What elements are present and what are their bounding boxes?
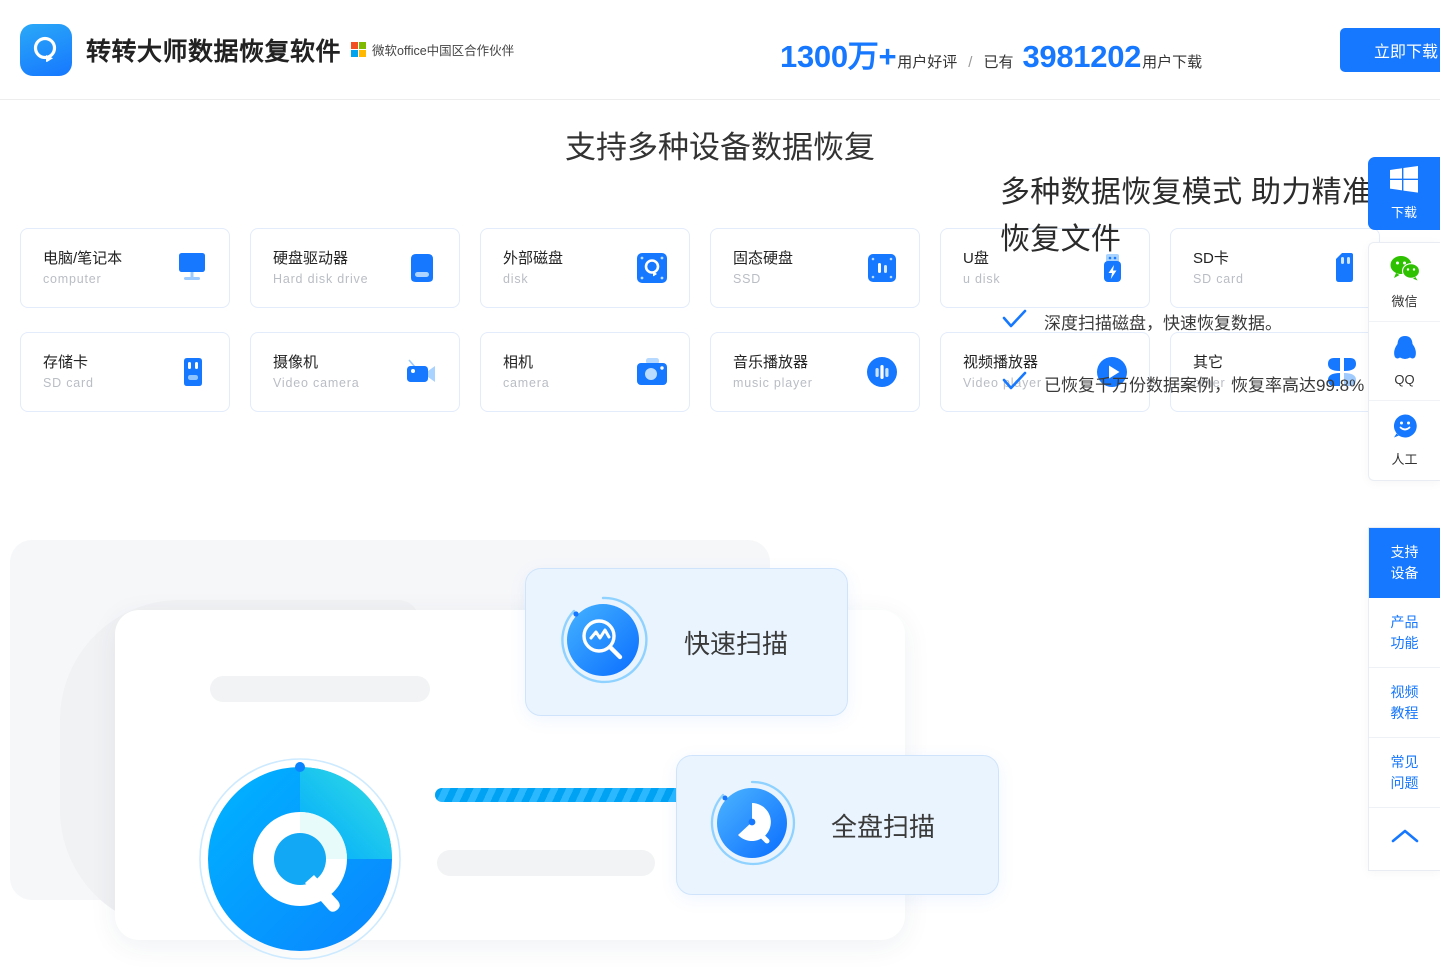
downloads-label: 用户下载 [1142, 51, 1202, 72]
memory-card-icon [171, 351, 213, 393]
nav-item-faq[interactable]: 常见 问题 [1369, 738, 1440, 808]
photo-camera-icon [631, 351, 673, 393]
rail-download-label: 下载 [1391, 202, 1417, 221]
external-disk-icon [631, 247, 673, 289]
check-icon [1000, 371, 1028, 393]
mode-label: 全盘扫描 [831, 807, 935, 844]
rail-section-nav: 支持 设备 产品 功能 视频 教程 常见 问题 [1368, 527, 1440, 871]
nav-line-2: 问题 [1391, 773, 1419, 793]
illustration-placeholder-bar-bottom [437, 850, 655, 876]
device-card-memory-card[interactable]: 存储卡 SD card [20, 332, 230, 412]
monitor-icon [171, 247, 213, 289]
music-player-icon [861, 351, 903, 393]
rail-contacts: 微信 QQ 人工 [1368, 242, 1440, 481]
device-name-cn: 外部磁盘 [503, 250, 563, 269]
ssd-icon [861, 247, 903, 289]
wechat-icon [1390, 255, 1420, 286]
device-name-cn: 硬盘驱动器 [273, 250, 368, 269]
rail-item-wechat[interactable]: 微信 [1369, 243, 1440, 322]
device-name-en: music player [733, 376, 813, 390]
downloads-number: 3981202 [1022, 39, 1141, 75]
device-name-cn: 存储卡 [43, 354, 94, 373]
scan-dial-graphic [198, 757, 403, 962]
nav-item-video-tutorial[interactable]: 视频 教程 [1369, 668, 1440, 738]
device-name-en: Video camera [273, 376, 360, 390]
device-name-en: disk [503, 272, 563, 286]
stats: 1300万+ 用户好评 / 已有 3981202 用户下载 [780, 31, 1202, 76]
check-icon [1000, 309, 1028, 331]
device-name-cn: 摄像机 [273, 354, 360, 373]
chevron-up-icon [1390, 827, 1420, 850]
microsoft-partner-badge: 微软office中国区合作伙伴 [351, 40, 514, 59]
stats-separator: / [968, 54, 972, 71]
nav-line-2: 功能 [1391, 633, 1419, 653]
rail-item-label: 微信 [1391, 291, 1417, 310]
feature-bullet-text: 深度扫描磁盘，快速恢复数据。 [1044, 309, 1282, 334]
brand-title: 转转大师数据恢复软件 [86, 32, 341, 68]
nav-item-supported-devices[interactable]: 支持 设备 [1369, 528, 1440, 598]
rail-item-label: 人工 [1391, 449, 1417, 468]
device-name-en: u disk [963, 272, 1000, 286]
mode-card-quick-scan[interactable]: 快速扫描 [525, 568, 848, 716]
device-card-video-camera[interactable]: 摄像机 Video camera [250, 332, 460, 412]
rail-item-label: QQ [1394, 372, 1414, 387]
nav-line-2: 教程 [1391, 703, 1419, 723]
downloads-prefix: 已有 [983, 51, 1013, 72]
site-header: 转转大师数据恢复软件 微软office中国区合作伙伴 1300万+ 用户好评 /… [0, 0, 1440, 100]
page-title: 支持多种设备数据恢复 [0, 122, 1440, 167]
windows-icon [1390, 166, 1418, 198]
device-name-cn: 音乐播放器 [733, 354, 813, 373]
microsoft-logo-icon [351, 42, 366, 57]
rail-download-button[interactable]: 下载 [1368, 157, 1440, 230]
device-name-en: SSD [733, 272, 793, 286]
device-card-music-player[interactable]: 音乐播放器 music player [710, 332, 920, 412]
device-name-en: computer [43, 272, 122, 286]
rail-item-qq[interactable]: QQ [1369, 322, 1440, 401]
video-camera-icon [401, 351, 443, 393]
device-name-cn: 电脑/笔记本 [43, 250, 122, 269]
device-name-cn: U盘 [963, 250, 1000, 269]
support-smiley-icon [1392, 413, 1418, 444]
back-to-top-button[interactable] [1369, 808, 1440, 870]
microsoft-partner-label: 微软office中国区合作伙伴 [372, 40, 514, 59]
mode-label: 快速扫描 [684, 624, 788, 661]
download-now-button[interactable]: 立即下载 [1340, 28, 1440, 72]
device-name-en: SD card [43, 376, 94, 390]
users-rating-label: 用户好评 [897, 51, 957, 72]
device-card-hard-disk-drive[interactable]: 硬盘驱动器 Hard disk drive [250, 228, 460, 308]
device-card-computer[interactable]: 电脑/笔记本 computer [20, 228, 230, 308]
device-name-cn: 相机 [503, 354, 549, 373]
nav-line-1: 产品 [1391, 612, 1419, 632]
device-card-ssd[interactable]: 固态硬盘 SSD [710, 228, 920, 308]
nav-item-product-features[interactable]: 产品 功能 [1369, 598, 1440, 668]
rail-item-support[interactable]: 人工 [1369, 401, 1440, 480]
device-card-external-disk[interactable]: 外部磁盘 disk [480, 228, 690, 308]
feature-bullet-text: 已恢复千万份数据案例，恢复率高达99.8% [1044, 371, 1364, 396]
nav-line-1: 常见 [1391, 752, 1419, 772]
brand[interactable]: 转转大师数据恢复软件 [20, 24, 341, 76]
users-rating-number: 1300万+ [780, 31, 896, 76]
mode-card-full-scan[interactable]: 全盘扫描 [676, 755, 999, 895]
hard-disk-icon [401, 247, 443, 289]
app-logo-q-icon [20, 24, 72, 76]
device-name-en: Hard disk drive [273, 272, 368, 286]
device-name-en: camera [503, 376, 549, 390]
device-card-camera[interactable]: 相机 camera [480, 332, 690, 412]
full-scan-icon [705, 776, 799, 875]
nav-line-2: 设备 [1391, 563, 1419, 583]
illustration-placeholder-bar-top [210, 676, 430, 702]
qq-icon [1392, 335, 1418, 367]
nav-line-1: 视频 [1391, 682, 1419, 702]
quick-scan-icon [554, 591, 652, 694]
device-name-cn: 固态硬盘 [733, 250, 793, 269]
nav-line-1: 支持 [1391, 542, 1419, 562]
